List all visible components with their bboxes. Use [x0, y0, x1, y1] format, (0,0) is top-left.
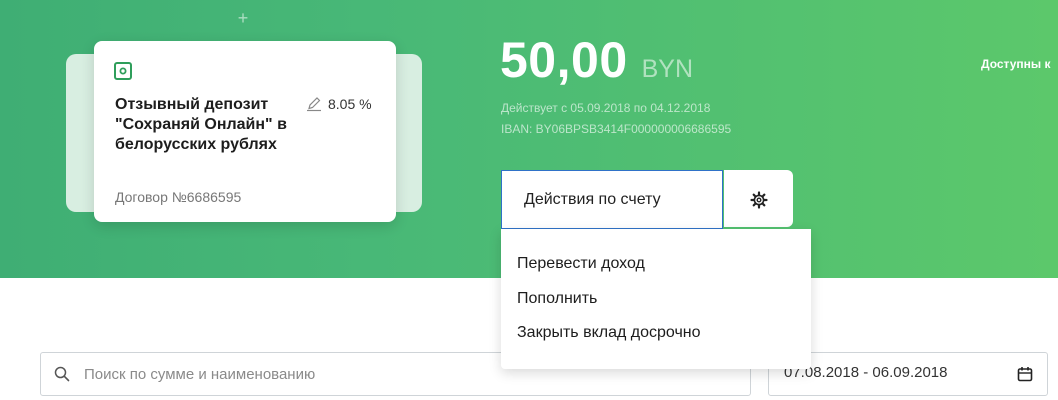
- contract-number: Договор №6686595: [115, 189, 242, 205]
- plus-icon[interactable]: +: [236, 8, 250, 28]
- iban: IBAN: BY06BPSB3414F000000006686595: [501, 122, 732, 136]
- menu-item-top-up[interactable]: Пополнить: [517, 290, 597, 308]
- balance-amount: 50,00: [500, 32, 628, 88]
- available-label: Доступны к: [981, 57, 1051, 71]
- deposit-rate: 8.05 %: [328, 96, 372, 112]
- deposit-title: Отзывный депозит "Сохраняй Онлайн" в бел…: [115, 96, 287, 153]
- search-icon: [54, 366, 70, 382]
- balance-currency: BYN: [641, 55, 694, 83]
- deposit-page: + Отзывный депозит "Сохраняй Онлайн" в б…: [0, 0, 1058, 400]
- menu-item-transfer-income[interactable]: Перевести доход: [517, 255, 645, 273]
- settings-button[interactable]: [724, 170, 793, 227]
- balance: 50,00 BYN: [500, 31, 694, 88]
- calendar-icon[interactable]: [1017, 366, 1033, 382]
- account-actions-button[interactable]: Действия по счету: [501, 170, 723, 229]
- gear-icon: [750, 191, 768, 209]
- validity-period: Действует с 05.09.2018 по 04.12.2018: [501, 101, 711, 115]
- account-actions-menu: Перевести доход Пополнить Закрыть вклад …: [501, 229, 811, 369]
- menu-item-close-early[interactable]: Закрыть вклад досрочно: [517, 324, 701, 342]
- deposit-card[interactable]: Отзывный депозит "Сохраняй Онлайн" в бел…: [94, 41, 396, 222]
- safe-icon: [114, 62, 132, 80]
- pencil-icon[interactable]: [306, 96, 322, 112]
